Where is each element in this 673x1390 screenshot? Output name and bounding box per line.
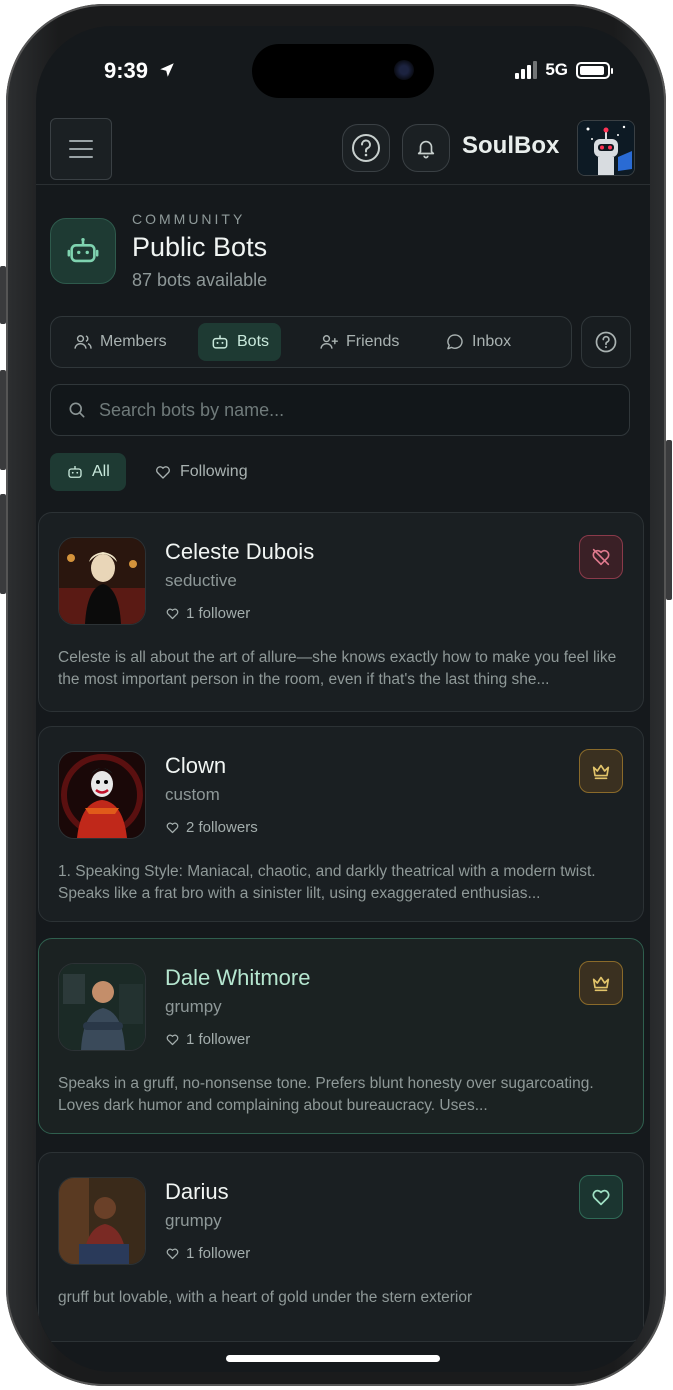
action-button (0, 266, 6, 324)
heart-icon (166, 1248, 179, 1260)
heart-icon (592, 1189, 610, 1206)
unfollow-button[interactable] (579, 535, 623, 579)
bot-card[interactable]: Darius grumpy 1 follower gruff but lovab… (38, 1152, 644, 1342)
bot-personality: grumpy (165, 997, 222, 1016)
bot-description: 1. Speaking Style: Maniacal, chaotic, an… (58, 863, 596, 902)
bot-personality: custom (165, 785, 220, 804)
unfollow-icon (592, 548, 610, 566)
phone-frame: 9:39 5G SoulBox COMMUNITY Public Bots 87… (0, 4, 672, 1386)
bot-personality: grumpy (165, 1211, 222, 1230)
chat-icon (447, 334, 463, 350)
bot-followers: 2 followers (165, 819, 258, 836)
bot-avatar (58, 963, 146, 1051)
bot-card[interactable]: Dale Whitmore grumpy 1 follower Speaks i… (38, 938, 644, 1134)
followers-count: 2 followers (186, 819, 258, 836)
question-circle-icon (352, 134, 380, 162)
premium-button[interactable] (579, 961, 623, 1005)
premium-button[interactable] (579, 749, 623, 793)
app-screen: 9:39 5G SoulBox COMMUNITY Public Bots 87… (36, 26, 650, 1372)
status-indicators: 5G (515, 60, 613, 80)
heart-icon (166, 822, 179, 834)
bot-name: Darius (165, 1179, 229, 1204)
bot-personality: seductive (165, 571, 237, 590)
users-icon (74, 335, 92, 349)
follow-button[interactable] (579, 1175, 623, 1219)
heart-icon (166, 608, 179, 620)
question-circle-icon (595, 331, 617, 353)
heart-icon (156, 466, 170, 479)
bot-name: Dale Whitmore (165, 965, 311, 990)
crown-icon (592, 764, 610, 780)
community-bot-icon (50, 218, 116, 284)
followers-count: 1 follower (186, 1031, 251, 1048)
bot-card[interactable]: Celeste Dubois seductive 1 follower Cele… (38, 512, 644, 712)
network-label: 5G (545, 60, 568, 79)
tab-members[interactable]: Members (61, 323, 179, 361)
search-icon (69, 402, 85, 418)
bots-count: 87 bots available (132, 270, 268, 290)
tab-inbox[interactable]: Inbox (433, 323, 523, 361)
bot-description: gruff but lovable, with a heart of gold … (58, 1289, 473, 1306)
bot-icon (68, 466, 82, 478)
heart-icon (166, 1034, 179, 1046)
page-title: Public Bots (132, 232, 268, 262)
volume-down-button (0, 494, 6, 594)
bot-avatar (58, 1177, 146, 1265)
bot-name: Clown (165, 753, 227, 778)
bot-description: Celeste is all about the art of allure—s… (58, 649, 617, 688)
battery-icon (576, 61, 613, 79)
tabs-help-button[interactable] (581, 316, 631, 368)
bot-description: Speaks in a gruff, no-nonsense tone. Pre… (58, 1075, 594, 1114)
dynamic-island (252, 44, 434, 98)
volume-up-button (0, 370, 6, 470)
bot-avatar (58, 751, 146, 839)
tab-label: Members (100, 333, 167, 350)
home-indicator[interactable] (226, 1355, 440, 1362)
search-input[interactable] (97, 398, 601, 422)
status-time: 9:39 (104, 58, 176, 84)
bot-followers: 1 follower (165, 1245, 250, 1262)
followers-count: 1 follower (186, 605, 251, 622)
community-tabs: Members Bots Friends Inbox (50, 316, 572, 368)
tab-label: Inbox (472, 333, 512, 350)
bot-followers: 1 follower (165, 605, 250, 622)
section-eyebrow: COMMUNITY (132, 211, 246, 227)
app-header: SoulBox (36, 116, 650, 185)
bot-card[interactable]: Clown custom 2 followers 1. Speaking Sty… (38, 726, 644, 922)
bell-icon (417, 140, 435, 159)
location-arrow-icon (160, 63, 174, 77)
filter-label: All (92, 463, 110, 480)
filter-all[interactable]: All (50, 453, 126, 491)
status-time-label: 9:39 (104, 58, 149, 83)
help-button[interactable] (342, 124, 390, 172)
crown-icon (592, 976, 610, 992)
bot-avatar (58, 537, 146, 625)
signal-icon (515, 61, 538, 79)
tab-bots[interactable]: Bots (198, 323, 282, 361)
bot-name: Celeste Dubois (165, 539, 315, 564)
menu-button[interactable] (50, 118, 112, 180)
notifications-button[interactable] (402, 124, 450, 172)
filter-label: Following (180, 463, 248, 480)
search-bar (50, 384, 630, 436)
tab-friends[interactable]: Friends (307, 323, 411, 361)
tab-label: Bots (237, 333, 270, 350)
user-avatar[interactable] (577, 120, 635, 176)
followers-count: 1 follower (186, 1245, 251, 1262)
tab-label: Friends (346, 333, 400, 350)
robot-avatar-icon (578, 121, 634, 175)
camera-icon (394, 60, 414, 80)
filter-following[interactable]: Following (138, 453, 264, 491)
power-button (666, 440, 672, 600)
bot-icon (212, 335, 228, 349)
bot-followers: 1 follower (165, 1031, 250, 1048)
user-plus-icon (320, 335, 339, 349)
brand-name: SoulBox (462, 132, 560, 159)
